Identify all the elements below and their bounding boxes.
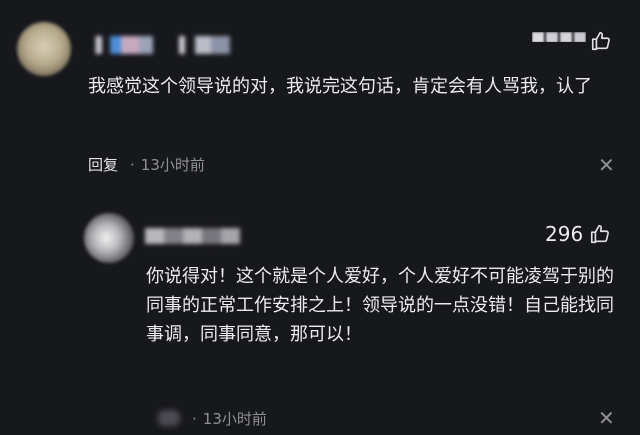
timestamp: 13小时前 [202,410,267,428]
username-blurred[interactable] [145,228,240,244]
comment-text: 我感觉这个领导说的对，我说完这句话，肯定会有人骂我，认了 [88,76,592,97]
comment-meta: 回复 · 13小时前 [88,154,205,175]
separator-dot: · [192,410,197,428]
like-button[interactable]: 296 [545,222,611,246]
separator-dot: · [130,156,135,174]
close-icon[interactable]: ✕ [598,155,615,175]
avatar[interactable] [84,213,134,263]
avatar[interactable] [17,22,71,76]
username-blurred[interactable] [86,36,246,54]
comment-meta: · 13小时前 [186,408,267,429]
like-count: 296 [545,222,584,246]
like-button[interactable] [590,30,612,52]
close-icon[interactable]: ✕ [598,408,615,428]
thumbs-up-icon[interactable] [590,30,612,52]
comment-text: 你说得对！这个就是个人爱好，个人爱好不可能凌驾于别的同事的正常工作安排之上！领导… [146,266,614,345]
like-count-blurred [532,32,586,42]
reply-button[interactable]: 回复 [88,156,118,174]
timestamp: 13小时前 [140,156,205,174]
reply-button-blurred[interactable] [158,410,180,426]
thumbs-up-icon[interactable] [589,223,611,245]
